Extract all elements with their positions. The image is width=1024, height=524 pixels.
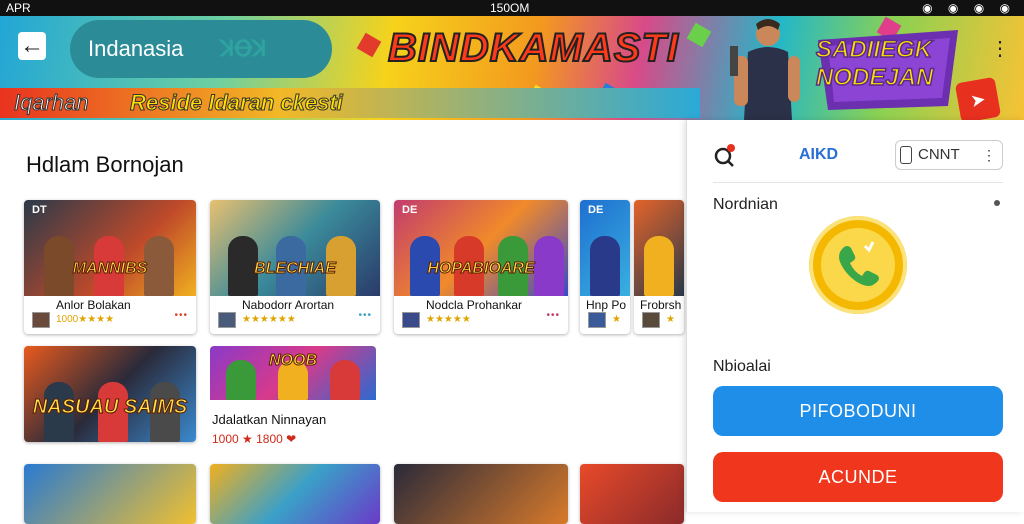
character-figure	[44, 236, 74, 296]
card-art-caption: NASUAU SAIMS	[32, 396, 188, 419]
search-field-ghost: ꓘꝊꓘ	[220, 36, 267, 61]
card-art: BLECHIAE	[210, 200, 380, 296]
card-thumbnail	[32, 312, 50, 328]
clock: 150OM	[490, 1, 530, 15]
card-thumbnail	[588, 312, 606, 328]
game-card[interactable]: Frobrsh ★	[634, 200, 684, 334]
status-bar: APR 150OM ◉ ◉ ◉ ◉	[0, 0, 1024, 16]
card-thumbnail	[402, 312, 420, 328]
card-rating: ★	[666, 314, 675, 325]
ticker-text: Reside Idaran ckesti	[130, 90, 344, 116]
search-field-text: Indanasia	[88, 36, 184, 61]
status-icons: ◉ ◉ ◉ ◉	[922, 1, 1016, 15]
character-figure	[330, 360, 360, 400]
game-card[interactable]: DE Hnp Po ★	[580, 200, 630, 334]
card-title: Jdalatkan Ninnayan	[212, 412, 327, 427]
card-art	[634, 200, 684, 296]
card-title: Nabodorr Arortan	[242, 298, 335, 312]
phone-glyph	[839, 241, 879, 286]
chip-menu-icon[interactable]: ⋮	[982, 141, 996, 169]
game-card[interactable]: NASUAU SAIMS	[24, 346, 196, 442]
game-card[interactable]	[24, 464, 196, 524]
panel-label-bottom: Nbioalai	[713, 358, 771, 375]
card-rating: 1000 ★ 1800 ❤	[212, 432, 297, 446]
game-card[interactable]: DT MANNIBS Anlor Bolakan 1000★★★★ •••	[24, 200, 196, 334]
card-title: Nodcla Prohankar	[426, 298, 523, 312]
card-menu-icon[interactable]: •••	[174, 310, 188, 321]
card-rating: 1000★★★★	[56, 314, 115, 325]
character-figure	[590, 236, 620, 296]
search-field[interactable]: Indanasia ꓘꝊꓘ	[70, 20, 332, 78]
card-art-caption: HOPABIOARE	[427, 260, 535, 278]
device-chip[interactable]: CNNT ⋮	[895, 140, 1003, 170]
primary-button[interactable]: PIFOBODUNI	[713, 386, 1003, 436]
character-figure	[226, 360, 256, 400]
card-thumbnail	[642, 312, 660, 328]
arrow-left-icon: ←	[20, 32, 44, 59]
game-card[interactable]	[394, 464, 568, 524]
character-figure	[144, 236, 174, 296]
header-banner: Iqarhan Reside Idaran ckesti ← Indanasia…	[0, 16, 1024, 120]
badge-line-1: SADIIEGK	[815, 35, 933, 64]
card-menu-icon[interactable]: •••	[358, 310, 372, 321]
badge-line-2: NODEJAN	[815, 63, 934, 92]
aiko-tab[interactable]: AIKD	[799, 146, 838, 164]
more-vertical-icon[interactable]: ⋮	[990, 36, 1010, 60]
game-card[interactable]	[210, 464, 380, 524]
hero-character	[730, 19, 800, 120]
card-art: NOOB	[210, 346, 376, 400]
card-art: DE	[580, 200, 630, 296]
promo-ticker[interactable]: Iqarhan Reside Idaran ckesti	[0, 88, 700, 118]
card-rating: ★★★★★	[426, 314, 471, 325]
card-title: Frobrsh	[640, 298, 682, 312]
confetti-shape	[356, 32, 382, 58]
character-figure	[644, 236, 674, 296]
phone-call-icon	[821, 228, 895, 302]
card-corner-label: DE	[402, 204, 418, 216]
call-button[interactable]	[809, 216, 907, 314]
section-title: Hdlam Bornojan	[26, 152, 184, 177]
card-art-caption: BLECHIAE	[254, 260, 337, 278]
play-store-icon[interactable]: ➤	[954, 76, 1002, 120]
divider	[713, 182, 1003, 183]
confetti-shape	[686, 22, 712, 48]
card-art-caption: MANNIBS	[72, 260, 148, 278]
card-art: NASUAU SAIMS	[24, 346, 196, 442]
card-art-caption: NOOB	[269, 352, 318, 370]
card-title: Anlor Bolakan	[56, 298, 131, 312]
character-figure	[534, 236, 564, 296]
card-art: DT MANNIBS	[24, 200, 196, 296]
banner-title: BINDKAMASTI	[387, 25, 679, 71]
card-rating: ★★★★★★	[242, 314, 296, 325]
carrier-label: APR	[6, 1, 31, 15]
card-corner-label: DE	[588, 204, 604, 216]
card-thumbnail	[218, 312, 236, 328]
ticker-label: Iqarhan	[14, 90, 90, 116]
panel-label-top: Nordnian	[713, 196, 778, 213]
card-title: Hnp Po	[586, 298, 627, 312]
card-art: DE HOPABIOARE	[394, 200, 568, 296]
device-chip-label: CNNT	[918, 146, 960, 163]
card-menu-icon[interactable]: •••	[546, 310, 560, 321]
panel-dot-indicator	[994, 200, 1000, 206]
search-icon[interactable]	[713, 144, 737, 168]
game-card[interactable]: NOOB Jdalatkan Ninnayan 1000 ★ 1800 ❤	[210, 346, 376, 450]
game-badge[interactable]: SADIIEGK NODEJAN	[808, 30, 968, 110]
game-card[interactable]: BLECHIAE Nabodorr Arortan ★★★★★★ •••	[210, 200, 380, 334]
phone-icon	[900, 146, 912, 164]
game-card[interactable]: DE HOPABIOARE Nodcla Prohankar ★★★★★ •••	[394, 200, 568, 334]
game-card[interactable]	[580, 464, 684, 524]
card-rating: ★	[612, 314, 621, 325]
side-panel: AIKD CNNT ⋮ Nordnian Nbioalai PIFOBODUNI…	[686, 120, 1024, 512]
secondary-button[interactable]: ACUNDE	[713, 452, 1003, 502]
back-button[interactable]: ←	[18, 32, 46, 60]
card-corner-label: DT	[32, 204, 47, 216]
